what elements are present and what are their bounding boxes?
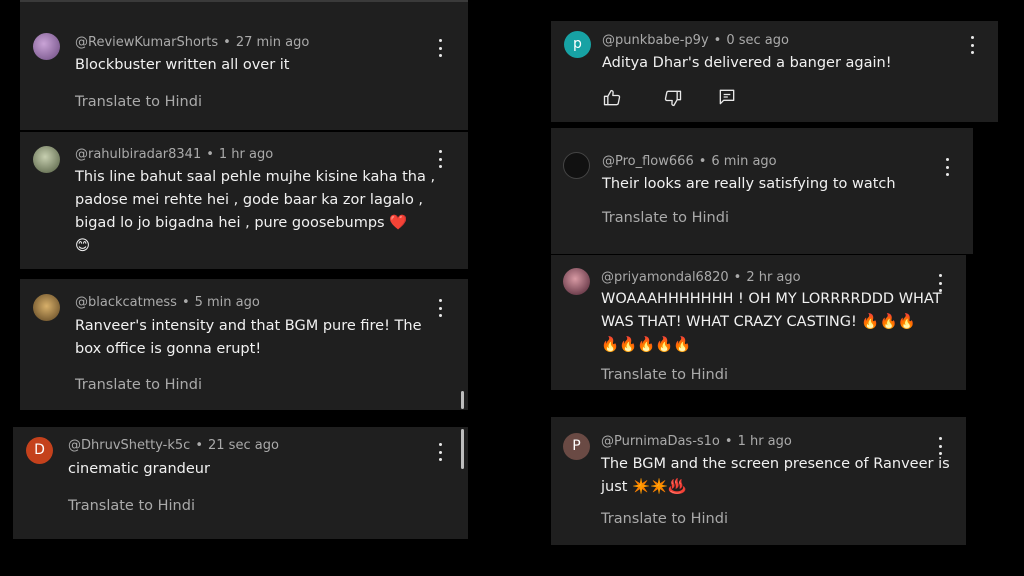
comment-author[interactable]: @punkbabe-p9y: [602, 33, 709, 48]
comment-meta: @rahulbiradar8341 • 1 hr ago: [75, 147, 273, 162]
comment-meta: @priyamondal6820 • 2 hr ago: [601, 270, 801, 285]
avatar[interactable]: [33, 294, 60, 321]
translate-link[interactable]: Translate to Hindi: [68, 498, 195, 514]
comment-line: Aditya Dhar's delivered a banger again!: [602, 55, 892, 71]
separator-dot: •: [733, 270, 742, 285]
translate-link[interactable]: Translate to Hindi: [601, 511, 728, 527]
translate-link[interactable]: Translate to Hindi: [601, 367, 728, 383]
avatar[interactable]: [563, 152, 590, 179]
separator-dot: •: [181, 295, 190, 310]
translate-link[interactable]: Translate to Hindi: [75, 377, 202, 393]
reply-icon: [719, 89, 735, 105]
comment-meta: @PurnimaDas-s1o • 1 hr ago: [601, 434, 792, 449]
comment-author[interactable]: @priyamondal6820: [601, 270, 729, 285]
more-options-icon[interactable]: [434, 443, 446, 461]
comment-time[interactable]: 21 sec ago: [208, 438, 279, 453]
translate-link[interactable]: Translate to Hindi: [602, 210, 729, 226]
avatar[interactable]: P: [563, 433, 590, 460]
comment-author[interactable]: @blackcatmess: [75, 295, 177, 310]
comment-author[interactable]: @Pro_flow666: [602, 154, 694, 169]
more-options-icon[interactable]: [434, 39, 446, 57]
comment-line: Ranveer's intensity and that BGM pure fi…: [75, 318, 422, 334]
comment-card: @Pro_flow666 • 6 min ago Their looks are…: [551, 128, 973, 254]
more-options-icon[interactable]: [966, 36, 978, 54]
comment-meta: @punkbabe-p9y • 0 sec ago: [602, 33, 789, 48]
comment-meta: @DhruvShetty-k5c • 21 sec ago: [68, 438, 279, 453]
like-icon: [603, 89, 621, 106]
comment-line: 🔥🔥🔥🔥🔥: [601, 337, 692, 353]
comment-time[interactable]: 0 sec ago: [726, 33, 789, 48]
comment-author[interactable]: @PurnimaDas-s1o: [601, 434, 720, 449]
separator-dot: •: [713, 33, 722, 48]
comment-time[interactable]: 1 hr ago: [738, 434, 792, 449]
comment-time[interactable]: 1 hr ago: [219, 147, 273, 162]
comment-card: p @punkbabe-p9y • 0 sec ago Aditya Dhar'…: [551, 21, 998, 122]
comment-time[interactable]: 5 min ago: [195, 295, 260, 310]
comment-text: Ranveer's intensity and that BGM pure fi…: [75, 315, 455, 361]
more-options-icon[interactable]: [934, 437, 946, 455]
comment-card: @blackcatmess • 5 min ago Ranveer's inte…: [20, 279, 468, 410]
avatar[interactable]: D: [26, 437, 53, 464]
comment-line: just ✴️✴️♨️: [601, 479, 687, 495]
more-options-icon[interactable]: [434, 150, 446, 168]
reply-button[interactable]: [717, 87, 737, 107]
comment-time[interactable]: 27 min ago: [236, 35, 310, 50]
comment-line: cinematic grandeur: [68, 461, 210, 477]
more-options-icon[interactable]: [941, 158, 953, 176]
comment-line: padose mei rehte hei , gode baar ka zor …: [75, 192, 424, 208]
dislike-button[interactable]: [663, 88, 683, 108]
comment-line: box office is gonna erupt!: [75, 341, 262, 357]
comment-line: 😊: [75, 238, 91, 254]
comment-line: WOAAAHHHHHHH ! OH MY LORRRRDDD WHAT: [601, 291, 942, 307]
comment-text: Their looks are really satisfying to wat…: [602, 173, 896, 196]
translate-link[interactable]: Translate to Hindi: [75, 94, 202, 110]
comment-meta: @blackcatmess • 5 min ago: [75, 295, 260, 310]
more-options-icon[interactable]: [934, 274, 946, 292]
separator-dot: •: [223, 35, 231, 50]
comment-line: bigad lo jo bigadna hei , pure goosebump…: [75, 215, 408, 231]
separator-dot: •: [206, 147, 214, 162]
scrollbar[interactable]: [461, 391, 464, 409]
comment-text: Blockbuster written all over it: [75, 54, 290, 77]
comment-meta: @Pro_flow666 • 6 min ago: [602, 154, 777, 169]
comment-text: Aditya Dhar's delivered a banger again!: [602, 52, 892, 75]
comment-line: Their looks are really satisfying to wat…: [602, 176, 896, 192]
avatar[interactable]: p: [564, 31, 591, 58]
comment-author[interactable]: @DhruvShetty-k5c: [68, 438, 190, 453]
like-button[interactable]: [602, 88, 622, 108]
avatar[interactable]: [563, 268, 590, 295]
dislike-icon: [664, 90, 682, 107]
separator-dot: •: [724, 434, 733, 449]
comment-text: The BGM and the screen presence of Ranve…: [601, 453, 956, 499]
comment-author[interactable]: @ReviewKumarShorts: [75, 35, 218, 50]
comment-line: This line bahut saal pehle mujhe kisine …: [75, 169, 436, 185]
comment-card: @priyamondal6820 • 2 hr ago WOAAAHHHHHHH…: [551, 255, 966, 390]
separator-dot: •: [698, 154, 707, 169]
comment-text: This line bahut saal pehle mujhe kisine …: [75, 166, 455, 258]
comment-card: @ReviewKumarShorts • 27 min ago Blockbus…: [20, 0, 468, 130]
separator-dot: •: [195, 438, 203, 453]
scrollbar[interactable]: [461, 429, 464, 469]
comment-author[interactable]: @rahulbiradar8341: [75, 147, 201, 162]
comment-card: @rahulbiradar8341 • 1 hr ago This line b…: [20, 132, 468, 269]
avatar[interactable]: [33, 33, 60, 60]
comment-card: P @PurnimaDas-s1o • 1 hr ago The BGM and…: [551, 417, 966, 545]
comment-meta: @ReviewKumarShorts • 27 min ago: [75, 35, 309, 50]
comment-time[interactable]: 6 min ago: [711, 154, 776, 169]
comment-card: D @DhruvShetty-k5c • 21 sec ago cinemati…: [13, 427, 468, 539]
comment-line: Blockbuster written all over it: [75, 57, 290, 73]
comment-line: The BGM and the screen presence of Ranve…: [601, 456, 950, 472]
more-options-icon[interactable]: [434, 299, 446, 317]
comment-text: cinematic grandeur: [68, 458, 210, 481]
comment-text: WOAAAHHHHHHH ! OH MY LORRRRDDD WHAT WAS …: [601, 288, 956, 357]
avatar[interactable]: [33, 146, 60, 173]
comment-time[interactable]: 2 hr ago: [746, 270, 800, 285]
comment-line: WAS THAT! WHAT CRAZY CASTING! 🔥🔥🔥: [601, 314, 916, 330]
